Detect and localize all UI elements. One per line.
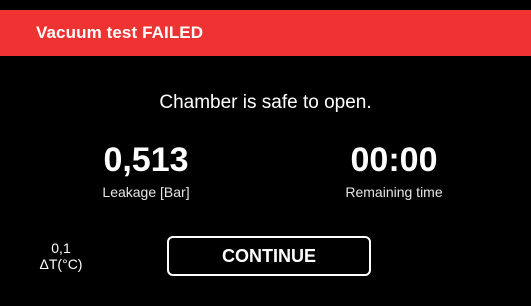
delta-temperature-value: 0,1 (51, 240, 71, 256)
vacuum-test-screen: Vacuum test FAILED Chamber is safe to op… (0, 0, 531, 306)
continue-button[interactable]: CONTINUE (167, 236, 371, 276)
leakage-label: Leakage [Bar] (102, 184, 190, 200)
remaining-time-stat: 00:00 Remaining time (294, 140, 494, 200)
remaining-time-value: 00:00 (350, 141, 438, 179)
delta-temperature-label: ΔT(°C) (39, 256, 83, 272)
leakage-value: 0,513 (103, 141, 189, 179)
status-header: Vacuum test FAILED (0, 10, 531, 56)
header-title: Vacuum test FAILED (36, 23, 204, 42)
delta-temperature: 0,1 ΔT(°C) (36, 240, 86, 272)
remaining-time-label: Remaining time (345, 184, 443, 200)
status-message: Chamber is safe to open. (159, 92, 372, 113)
leakage-stat: 0,513 Leakage [Bar] (46, 140, 246, 200)
